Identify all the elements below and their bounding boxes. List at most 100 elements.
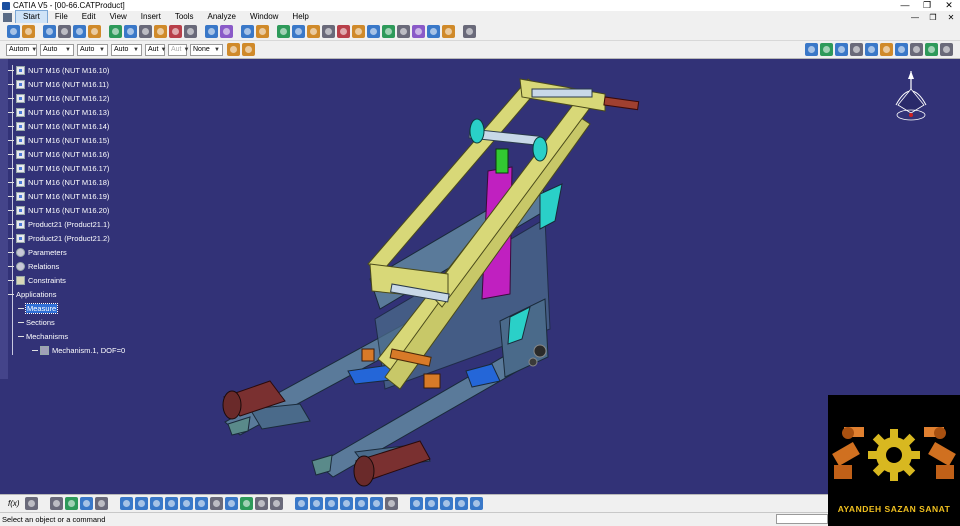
tree-item[interactable]: NUT M16 (NUT M16.18): [8, 175, 125, 189]
tree-item[interactable]: Constraints: [8, 273, 125, 287]
tree-item[interactable]: Measure: [8, 301, 125, 315]
tree-item[interactable]: NUT M16 (NUT M16.17): [8, 161, 125, 175]
multi-constraint-icon[interactable]: [427, 25, 440, 38]
menu-tools[interactable]: Tools: [168, 11, 201, 23]
dmu-kinematics-icon[interactable]: [805, 43, 818, 56]
contact-constraint-icon[interactable]: [292, 25, 305, 38]
back-view-icon[interactable]: [309, 497, 323, 510]
graph-tree-icon[interactable]: [73, 25, 86, 38]
left-view-icon[interactable]: [324, 497, 338, 510]
sensor-icon[interactable]: [880, 43, 893, 56]
offset-constraint-icon[interactable]: [307, 25, 320, 38]
knowledge-icon[interactable]: [64, 497, 78, 510]
tree-item[interactable]: NUT M16 (NUT M16.14): [8, 119, 125, 133]
new-product-icon[interactable]: [22, 25, 35, 38]
wireframe-icon[interactable]: [424, 497, 438, 510]
tree-item[interactable]: NUT M16 (NUT M16.19): [8, 189, 125, 203]
speed-acceleration-icon[interactable]: [895, 43, 908, 56]
flexible-icon[interactable]: [382, 25, 395, 38]
restore-button[interactable]: ❐: [916, 0, 938, 11]
quick-constraint-icon[interactable]: [367, 25, 380, 38]
snap-icon[interactable]: [139, 25, 152, 38]
joint-icon[interactable]: [820, 43, 833, 56]
tree-item[interactable]: Mechanism.1, DOF=0: [8, 343, 125, 357]
tree-item[interactable]: NUT M16 (NUT M16.20): [8, 203, 125, 217]
tree-item[interactable]: Relations: [8, 259, 125, 273]
simulation-icon[interactable]: [835, 43, 848, 56]
format-painter-icon[interactable]: [227, 43, 240, 56]
constraint-pattern-icon[interactable]: [442, 25, 455, 38]
workbench-icon[interactable]: [7, 25, 20, 38]
trace-icon[interactable]: [940, 43, 953, 56]
coincidence-constraint-icon[interactable]: [277, 25, 290, 38]
menu-edit[interactable]: Edit: [75, 11, 103, 23]
material-icon[interactable]: [454, 497, 468, 510]
formula-icon[interactable]: f(x): [8, 499, 20, 508]
shading-icon[interactable]: [239, 497, 253, 510]
document-icon[interactable]: [3, 12, 12, 22]
menu-file[interactable]: File: [48, 11, 75, 23]
pan-icon[interactable]: [149, 497, 163, 510]
inertia-icon[interactable]: [94, 497, 108, 510]
line-type-select[interactable]: Auto ▼: [111, 43, 142, 56]
transparency-select[interactable]: Auto ▼: [40, 43, 74, 56]
clash-icon[interactable]: [241, 25, 254, 38]
front-view-icon[interactable]: [294, 497, 308, 510]
paint-icon[interactable]: [242, 43, 255, 56]
lift-trolley-model[interactable]: [0, 59, 960, 494]
custom-view-icon[interactable]: [469, 497, 483, 510]
right-view-icon[interactable]: [339, 497, 353, 510]
tree-item[interactable]: Parameters: [8, 245, 125, 259]
tree-scrollbar[interactable]: [0, 59, 8, 379]
tools-icon[interactable]: [184, 25, 197, 38]
tree-item[interactable]: NUT M16 (NUT M16.16): [8, 147, 125, 161]
doc-close-button[interactable]: ✕: [942, 13, 960, 22]
tree-item[interactable]: Mechanisms: [8, 329, 125, 343]
fix-constraint-icon[interactable]: [337, 25, 350, 38]
fit-all-icon[interactable]: [134, 497, 148, 510]
hide-show-icon[interactable]: [254, 497, 268, 510]
command-input[interactable]: [776, 514, 828, 524]
3d-viewport[interactable]: NUT M16 (NUT M16.10) NUT M16 (NUT M16.11…: [0, 59, 960, 494]
zoom-out-icon[interactable]: [194, 497, 208, 510]
generate-numbering-icon[interactable]: [88, 25, 101, 38]
speech-icon[interactable]: [24, 497, 38, 510]
tree-item[interactable]: NUT M16 (NUT M16.11): [8, 77, 125, 91]
layer-select[interactable]: None ▼: [190, 43, 223, 56]
tree-item[interactable]: NUT M16 (NUT M16.10): [8, 63, 125, 77]
mechanism-analysis-icon[interactable]: [910, 43, 923, 56]
replace-component-icon[interactable]: [58, 25, 71, 38]
measure-icon[interactable]: [79, 497, 93, 510]
update-icon[interactable]: [109, 25, 122, 38]
tree-item[interactable]: Product21 (Product21.2): [8, 231, 125, 245]
top-view-icon[interactable]: [354, 497, 368, 510]
existing-component-icon[interactable]: [43, 25, 56, 38]
tree-item[interactable]: NUT M16 (NUT M16.12): [8, 91, 125, 105]
change-constraint-icon[interactable]: [397, 25, 410, 38]
minimize-button[interactable]: —: [894, 0, 916, 11]
menu-insert[interactable]: Insert: [134, 11, 168, 23]
menu-view[interactable]: View: [103, 11, 134, 23]
menu-help[interactable]: Help: [285, 11, 315, 23]
tree-item[interactable]: Sections: [8, 315, 125, 329]
stop-manipulate-icon[interactable]: [169, 25, 182, 38]
tree-item[interactable]: NUT M16 (NUT M16.13): [8, 105, 125, 119]
scene-icon[interactable]: [220, 25, 233, 38]
catalog-browser-icon[interactable]: [49, 497, 63, 510]
normal-view-icon[interactable]: [209, 497, 223, 510]
rotate-icon[interactable]: [164, 497, 178, 510]
catalog-icon[interactable]: [463, 25, 476, 38]
point-symbol-select[interactable]: Aut ▼: [145, 43, 166, 56]
bottom-view-icon[interactable]: [369, 497, 383, 510]
color-select[interactable]: Autom ▼: [6, 43, 37, 56]
menu-window[interactable]: Window: [243, 11, 285, 23]
close-button[interactable]: ✕: [938, 0, 960, 11]
replay-icon[interactable]: [865, 43, 878, 56]
menu-analyze[interactable]: Analyze: [201, 11, 243, 23]
menu-start[interactable]: Start: [15, 10, 48, 24]
tree-item[interactable]: NUT M16 (NUT M16.15): [8, 133, 125, 147]
hidden-edges-icon[interactable]: [439, 497, 453, 510]
swept-volume-icon[interactable]: [925, 43, 938, 56]
reuse-constraint-icon[interactable]: [412, 25, 425, 38]
fly-mode-icon[interactable]: [119, 497, 133, 510]
